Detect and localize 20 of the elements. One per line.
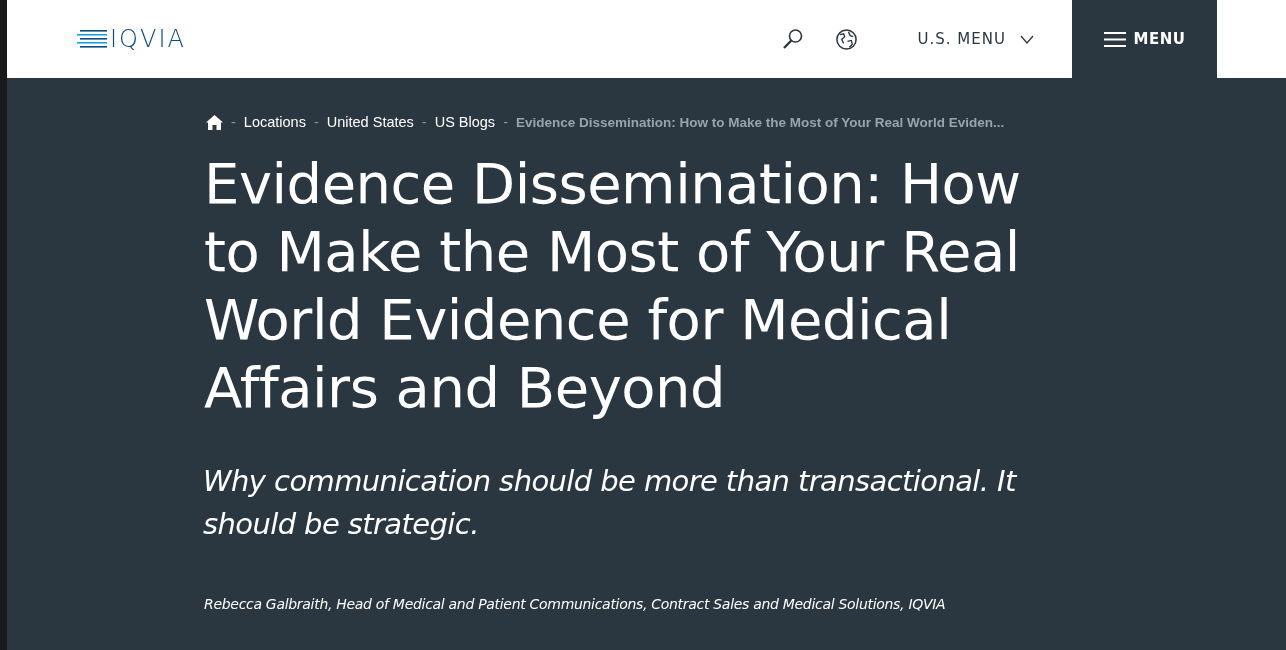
separator: - <box>503 114 508 130</box>
article-title: Evidence Dissemination: How to Make the Most of Your Real World Evidence for Medical Affairs and Beyond <box>204 150 1022 422</box>
globe-button[interactable] <box>834 27 858 51</box>
breadcrumb-link[interactable]: US Blogs <box>434 114 496 130</box>
logo[interactable]: IQVIA <box>77 25 186 53</box>
chevron-down-icon <box>1020 34 1034 44</box>
search-button[interactable] <box>780 27 805 51</box>
separator: - <box>313 114 319 130</box>
breadcrumb-link[interactable]: Evidence Dissemination: How to Make the Most of Your Real World Eviden... <box>515 114 1005 130</box>
separator: - <box>421 114 427 130</box>
menu-icon <box>1103 30 1126 48</box>
menu-button[interactable]: MENU <box>1072 0 1217 78</box>
region-menu[interactable]: U.S. MENU <box>917 30 1034 48</box>
breadcrumb-link[interactable]: Locations <box>243 114 306 130</box>
stripes-icon <box>77 29 107 49</box>
home-icon[interactable] <box>206 114 223 130</box>
article-subtitle: Why communication should be more than transactional. It should be strategic. <box>203 463 1019 543</box>
byline: Rebecca Galbraith, Head of Medical and Patient Communications, Contract Sales and Medical Solutions, IQVIA <box>204 596 947 612</box>
breadcrumb-link[interactable]: United States <box>326 114 414 130</box>
separator: - <box>231 114 236 130</box>
